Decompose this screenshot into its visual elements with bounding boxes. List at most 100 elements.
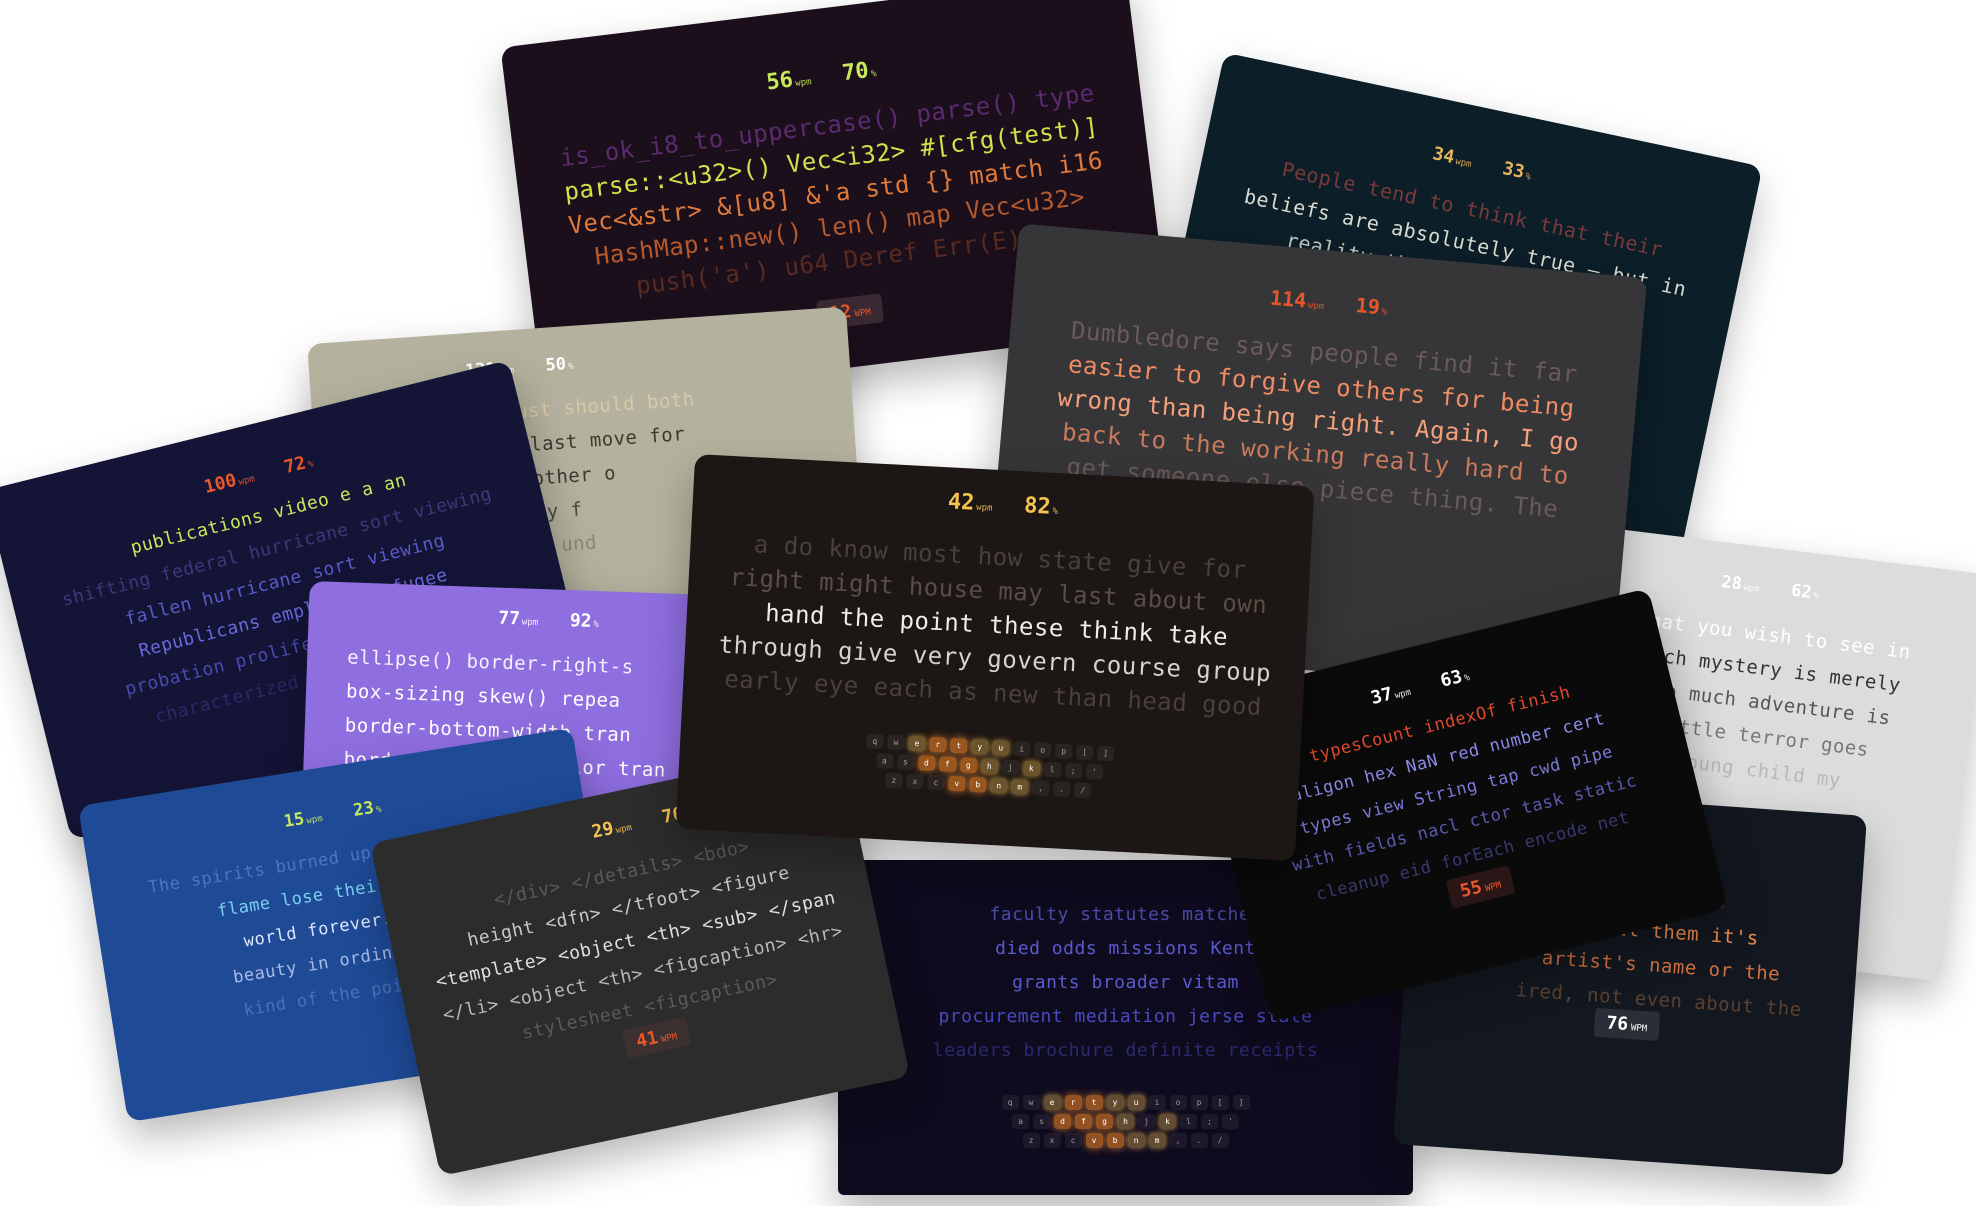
keyboard-row: a s d f g h j k l; ' — [1002, 1114, 1250, 1129]
keyboard-visual: q w e r t y u i o p[] a s d f g h j k l; ' z x c v b n m,. / — [864, 733, 1115, 803]
keyboard-key: i — [1012, 741, 1031, 757]
badge-unit: WPM — [660, 1032, 679, 1046]
accuracy-value: 82 — [1023, 493, 1052, 520]
wpm-value: 56 — [765, 67, 795, 96]
wpm-value: 42 — [947, 489, 976, 516]
accuracy-unit: % — [1052, 506, 1059, 518]
accuracy-unit: % — [870, 69, 878, 80]
keyboard-key: ; — [1201, 1114, 1218, 1129]
keyboard-key: p — [1190, 1095, 1208, 1110]
accuracy-unit: % — [593, 619, 600, 631]
keyboard-key: r — [928, 736, 947, 753]
keyboard-key: w — [1022, 1095, 1040, 1110]
badge-unit: WPM — [854, 307, 872, 320]
keyboard-key: x — [1043, 1133, 1061, 1148]
wpm-badge: 76 WPM — [1593, 1007, 1661, 1042]
keyboard-key: h — [1117, 1114, 1134, 1129]
keyboard-key: . — [1052, 781, 1071, 798]
accuracy-unit: % — [1381, 307, 1388, 318]
keyboard-key: k — [1159, 1114, 1176, 1129]
keyboard-key: i — [1148, 1095, 1166, 1110]
accuracy-unit: % — [567, 361, 574, 373]
accuracy-value: 62 — [1790, 580, 1813, 604]
keyboard-key: ; — [1064, 762, 1083, 779]
keyboard-key: g — [959, 757, 978, 774]
keyboard-key: n — [989, 777, 1008, 794]
wpm-unit: wpm — [1742, 582, 1761, 595]
wpm-unit: wpm — [1307, 300, 1325, 313]
badge-unit: WPM — [1630, 1023, 1648, 1035]
keyboard-key: x — [906, 773, 924, 790]
keyboard-key: . — [1190, 1133, 1208, 1148]
wpm-unit: wpm — [1393, 687, 1413, 702]
keyboard-key: y — [970, 738, 989, 755]
keyboard-row: z x c v b n m,. / — [1002, 1133, 1250, 1148]
keyboard-key: v — [1085, 1133, 1103, 1148]
keyboard-key: k — [1022, 760, 1041, 777]
accuracy-value: 72 — [281, 452, 309, 479]
keyboard-key: n — [1127, 1133, 1145, 1148]
keyboard-key: j — [1001, 759, 1020, 776]
text-line: leaders brochure definite receipts — [932, 1040, 1319, 1061]
wpm-unit: wpm — [305, 814, 324, 827]
keyboard-key: z — [885, 772, 903, 789]
badge-value: 41 — [634, 1027, 660, 1053]
wpm-unit: wpm — [237, 474, 256, 488]
keyboard-key: r — [1064, 1095, 1082, 1110]
accuracy-value: 19 — [1354, 293, 1381, 320]
wpm-value: 28 — [1720, 572, 1743, 595]
keyboard-key: , — [1169, 1133, 1187, 1148]
accuracy-value: 63 — [1438, 666, 1465, 692]
wpm-value: 100 — [202, 469, 239, 499]
keyboard-key: y — [1106, 1095, 1124, 1110]
wpm-value: 29 — [589, 817, 616, 843]
wpm-value: 34 — [1430, 143, 1457, 169]
keyboard-key: c — [1064, 1133, 1082, 1148]
keyboard-key: j — [1138, 1114, 1155, 1129]
accuracy-unit: % — [1463, 672, 1472, 684]
wpm-unit: wpm — [521, 617, 539, 628]
keyboard-key: o — [1033, 742, 1052, 759]
wpm-unit: wpm — [1454, 156, 1473, 171]
accuracy-unit: % — [307, 459, 315, 471]
keyboard-key: l — [1043, 761, 1062, 778]
keyboard-key: u — [1127, 1095, 1145, 1110]
accuracy-value: 33 — [1500, 158, 1527, 184]
accuracy-value: 23 — [351, 797, 376, 821]
keyboard-key: e — [1043, 1095, 1061, 1110]
keyboard-key: a — [1012, 1114, 1029, 1129]
wpm-value: 114 — [1269, 285, 1308, 313]
keyboard-key: o — [1169, 1095, 1187, 1110]
accuracy-value: 50 — [544, 354, 567, 376]
keyboard-key: , — [1031, 780, 1050, 797]
keyboard-key: [ — [1211, 1095, 1229, 1110]
badge-value: 76 — [1605, 1012, 1629, 1035]
keyboard-key: d — [1054, 1114, 1071, 1129]
accuracy-value: 70 — [840, 58, 871, 87]
keyboard-key: f — [938, 756, 957, 773]
accuracy-unit: % — [1812, 591, 1820, 602]
keyboard-key: / — [1211, 1133, 1229, 1148]
keyboard-key: f — [1075, 1114, 1092, 1129]
keyboard-key: l — [1180, 1114, 1197, 1129]
wpm-value: 37 — [1368, 683, 1395, 709]
keyboard-key: t — [1085, 1095, 1103, 1110]
keyboard-key: ' — [1222, 1114, 1239, 1129]
keyboard-key: t — [949, 737, 968, 754]
keyboard-key: p — [1054, 743, 1073, 760]
keyboard-key: h — [980, 758, 999, 775]
keyboard-key: ' — [1085, 763, 1104, 780]
keyboard-key: e — [908, 735, 926, 752]
accuracy-unit: % — [375, 804, 383, 816]
keyboard-key: d — [917, 755, 936, 771]
keyboard-key: q — [866, 733, 884, 750]
keyboard-key: [ — [1075, 744, 1094, 761]
accuracy-value: 92 — [569, 610, 592, 632]
keyboard-key: m — [1148, 1133, 1166, 1148]
wpm-value: 77 — [497, 607, 521, 630]
keyboard-key: q — [1001, 1095, 1019, 1110]
keyboard-key: u — [991, 739, 1010, 756]
keyboard-key: b — [1106, 1133, 1124, 1148]
badge-unit: WPM — [1484, 880, 1503, 895]
badge-value: 55 — [1458, 876, 1485, 903]
